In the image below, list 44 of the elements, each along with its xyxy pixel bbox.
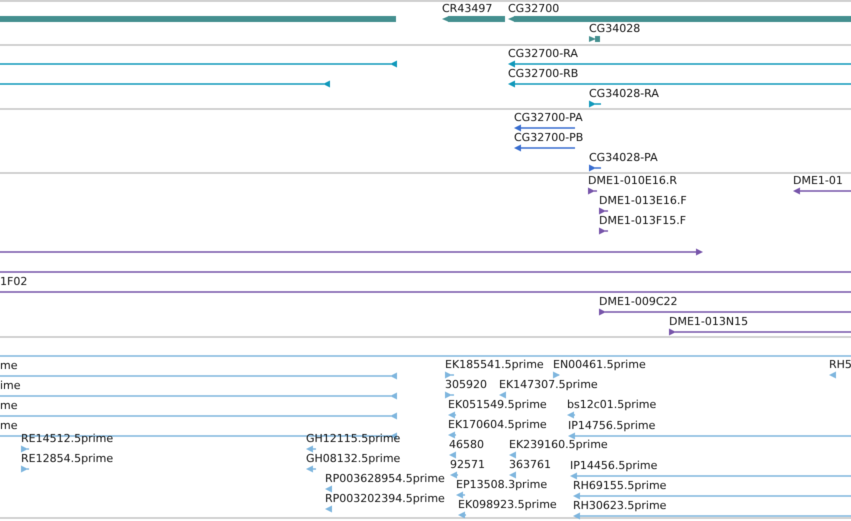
feature-label: bs12c01.5prime (567, 398, 656, 411)
feature-label: IP14756.5prime (568, 419, 656, 432)
feature-label: CG32700-RB (508, 67, 578, 80)
feature-label: EK170604.5prime (448, 418, 547, 431)
feature-label: 305920 (445, 378, 487, 391)
feature-label: me (0, 359, 18, 372)
feature-label: me (0, 419, 18, 432)
feature-label: GH08132.5prime (306, 452, 400, 465)
feature-label: ime (0, 379, 21, 392)
feature-label: CR43497 (442, 2, 492, 15)
feature-label: DME1-013E16.F (599, 194, 687, 207)
feature-label: IP14456.5prime (570, 459, 658, 472)
feature-label: CG32700-RA (508, 47, 578, 60)
feature-label: CG34028-RA (589, 87, 659, 100)
feature-label: 363761 (509, 458, 551, 471)
feature-label: CG32700-PB (514, 131, 584, 144)
feature-label: EK147307.5prime (499, 378, 598, 391)
feature-label: GH12115.5prime (306, 432, 400, 445)
feature-label: me (0, 399, 18, 412)
feature-label: CG32700-PA (514, 111, 583, 124)
feature-label: RH30623.5prime (573, 499, 666, 512)
feature-label: EK051549.5prime (448, 398, 547, 411)
feature-label: RP003628954.5prime (325, 472, 445, 485)
feature-label: EK239160.5prime (509, 438, 608, 451)
feature-label: DME1-013N15 (669, 315, 748, 328)
feature-label: RH5 (829, 358, 851, 371)
feature-label: DME1-009C22 (599, 295, 678, 308)
feature-label: EK098923.5prime (458, 498, 557, 511)
feature-label: 46580 (449, 438, 484, 451)
feature-label: EP13508.3prime (456, 478, 548, 491)
feature-label: CG34028 (589, 22, 640, 35)
feature-label: RH69155.5prime (573, 479, 666, 492)
feature-label: DME1-01 (793, 174, 843, 187)
feature-label: 92571 (450, 458, 485, 471)
feature-label: CG34028-PA (589, 151, 658, 164)
feature-label: EK185541.5prime (445, 358, 544, 371)
feature-label: RE12854.5prime (21, 452, 114, 465)
feature-label: CG32700 (508, 2, 560, 15)
feature-label: DME1-013F15.F (599, 214, 686, 227)
feature-label: RE14512.5prime (21, 432, 114, 445)
feature-label: RP003202394.5prime (325, 492, 445, 505)
feature-label: DME1-010E16.R (588, 174, 677, 187)
feature-label: 1F02 (0, 275, 28, 288)
feature-label: EN00461.5prime (553, 358, 646, 371)
